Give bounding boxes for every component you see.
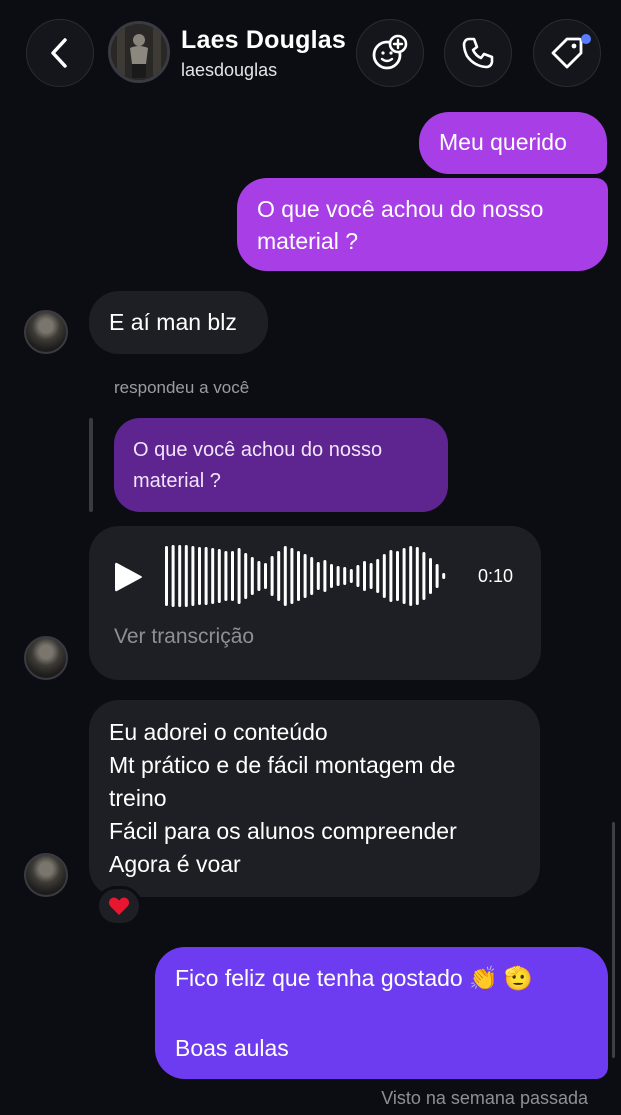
waveform-bar xyxy=(402,548,406,604)
quoted-text-line: O que você achou do nosso xyxy=(133,439,383,461)
waveform-bar xyxy=(376,559,380,593)
reply-indicator-bar xyxy=(89,418,93,512)
message-incoming[interactable]: E aí man blz xyxy=(89,291,268,354)
waveform-bar xyxy=(217,549,221,603)
waveform-bar xyxy=(343,567,347,585)
message-text-line: Fico feliz que tenha gostado 👏 🫡 xyxy=(175,965,533,991)
message-outgoing[interactable]: O que você achou do nosso material ? xyxy=(237,178,608,271)
message-text-line: Eu adorei o conteúdo xyxy=(109,719,328,745)
waveform-bar xyxy=(191,546,195,606)
waveform-bar xyxy=(363,561,366,591)
voice-duration: 0:10 xyxy=(478,566,514,586)
add-friend-icon xyxy=(372,34,408,70)
waveform-bar xyxy=(415,547,419,605)
waveform-bar xyxy=(429,558,432,594)
play-icon[interactable] xyxy=(111,560,145,594)
message-outgoing[interactable]: Fico feliz que tenha gostado 👏 🫡 Boas au… xyxy=(155,947,608,1079)
waveform-bar xyxy=(330,564,333,588)
message-text-line: Fácil para os alunos compreender xyxy=(109,818,457,844)
waveform-bar xyxy=(204,547,208,605)
seen-status: Visto na semana passada xyxy=(381,1088,588,1108)
waveform-bar xyxy=(237,548,241,604)
avatar[interactable] xyxy=(24,853,68,897)
avatar[interactable] xyxy=(24,310,68,354)
back-button[interactable] xyxy=(26,19,94,87)
waveform-bar xyxy=(396,551,399,601)
avatar[interactable] xyxy=(24,636,68,680)
waveform-bar xyxy=(336,566,340,586)
waveform-bar xyxy=(198,547,201,605)
contact-name[interactable]: Laes Douglas xyxy=(181,26,346,55)
chevron-left-icon xyxy=(51,38,67,68)
audio-waveform[interactable] xyxy=(163,541,459,611)
waveform-bar xyxy=(435,564,439,588)
add-friend-button[interactable] xyxy=(356,19,424,87)
line-break xyxy=(175,994,588,1032)
waveform-bar xyxy=(178,545,182,607)
notification-dot xyxy=(581,34,591,44)
chat-header: Laes Douglas laesdouglas xyxy=(0,0,621,100)
message-text-line: O que você achou do nosso xyxy=(257,196,544,222)
waveform-bar xyxy=(369,563,373,589)
message-text-line: material ? xyxy=(257,228,358,254)
message-text-line: Agora é voar xyxy=(109,851,241,877)
waveform-bar xyxy=(316,562,320,590)
waveform-bar xyxy=(382,554,386,598)
waveform-bar xyxy=(290,548,294,604)
waveform-bar xyxy=(310,557,314,595)
message-text: Meu querido xyxy=(439,129,567,155)
message-text-line: Boas aulas xyxy=(175,1035,289,1061)
scrollbar[interactable] xyxy=(612,822,615,1058)
waveform-bar xyxy=(409,546,413,606)
call-button[interactable] xyxy=(444,19,512,87)
contact-avatar[interactable] xyxy=(108,21,170,83)
waveform-bar xyxy=(349,569,353,583)
waveform-bar xyxy=(297,551,300,601)
contact-username[interactable]: laesdouglas xyxy=(181,60,277,81)
waveform-bar xyxy=(211,548,215,604)
replied-label: respondeu a você xyxy=(114,378,250,397)
message-text: E aí man blz xyxy=(109,309,237,335)
tag-button[interactable] xyxy=(533,19,601,87)
waveform-bar xyxy=(165,546,168,606)
waveform-bar xyxy=(422,552,426,600)
waveform-bar xyxy=(171,545,175,607)
waveform-bar xyxy=(264,563,267,589)
waveform-bar xyxy=(231,551,234,601)
heart-reaction[interactable] xyxy=(96,886,142,926)
view-transcript-link[interactable]: Ver transcrição xyxy=(114,625,254,649)
waveform-bar xyxy=(277,551,281,601)
message-outgoing[interactable]: Meu querido xyxy=(419,112,607,174)
waveform-bar xyxy=(323,560,327,592)
message-incoming[interactable]: Eu adorei o conteúdo Mt prático e de fác… xyxy=(89,700,540,897)
voice-message[interactable]: 0:10 Ver transcrição xyxy=(89,526,541,680)
waveform-bar xyxy=(184,545,188,607)
waveform-bar xyxy=(442,573,446,579)
waveform-bar xyxy=(270,556,274,596)
phone-icon xyxy=(462,37,494,69)
waveform-bar xyxy=(244,553,248,599)
heart-icon xyxy=(108,897,130,915)
waveform-bar xyxy=(250,557,254,595)
waveform-bar xyxy=(257,561,261,591)
waveform-bar xyxy=(303,554,307,598)
chat-screen: Laes Douglas laesdouglas Meu querido O q… xyxy=(0,0,621,1115)
contact-photo xyxy=(111,24,167,80)
waveform-bar xyxy=(283,546,287,606)
message-text-line: Mt prático e de fácil montagem de xyxy=(109,752,456,778)
quoted-text-line: material ? xyxy=(133,470,221,492)
waveform-bar xyxy=(224,551,228,601)
message-text-line: treino xyxy=(109,785,167,811)
waveform-bar xyxy=(389,550,393,602)
waveform-bar xyxy=(356,565,360,587)
tag-icon xyxy=(551,37,583,69)
quoted-message[interactable]: O que você achou do nosso material ? xyxy=(114,418,448,512)
